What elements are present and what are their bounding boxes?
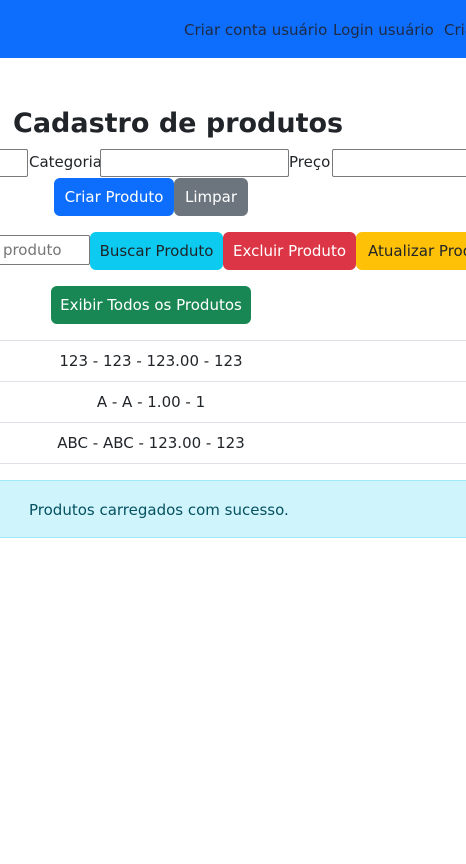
clear-button[interactable]: Limpar: [174, 178, 248, 216]
show-all-products-button[interactable]: Exibir Todos os Produtos: [51, 286, 251, 324]
list-item: 123 - 123 - 123.00 - 123: [59, 352, 243, 370]
list-divider: [0, 463, 466, 464]
list-item: A - A - 1.00 - 1: [96, 393, 206, 411]
list-divider: [0, 422, 466, 423]
price-label: Preço:: [289, 153, 336, 171]
category-field[interactable]: [100, 149, 289, 177]
product-search-input[interactable]: [0, 235, 90, 265]
list-divider: [0, 340, 466, 341]
nav-link-create-account[interactable]: Criar conta usuário: [184, 21, 327, 39]
category-label: Categoria:: [29, 153, 108, 171]
nav-link-create-truncated[interactable]: Cria: [444, 21, 466, 39]
product-name-field[interactable]: [0, 149, 28, 177]
list-item: ABC - ABC - 123.00 - 123: [57, 434, 245, 452]
success-alert: Produtos carregados com sucesso.: [0, 480, 466, 538]
price-field[interactable]: [332, 149, 466, 177]
navbar: Criar conta usuário Login usuário Cria: [0, 0, 466, 58]
create-product-button[interactable]: Criar Produto: [54, 178, 174, 216]
update-product-button[interactable]: Atualizar Prod: [356, 232, 466, 270]
delete-product-button[interactable]: Excluir Produto: [223, 232, 356, 270]
nav-link-login[interactable]: Login usuário: [333, 21, 434, 39]
alert-message: Produtos carregados com sucesso.: [29, 501, 289, 519]
page-title: Cadastro de produtos: [13, 108, 344, 139]
search-product-button[interactable]: Buscar Produto: [90, 232, 223, 270]
list-divider: [0, 381, 466, 382]
